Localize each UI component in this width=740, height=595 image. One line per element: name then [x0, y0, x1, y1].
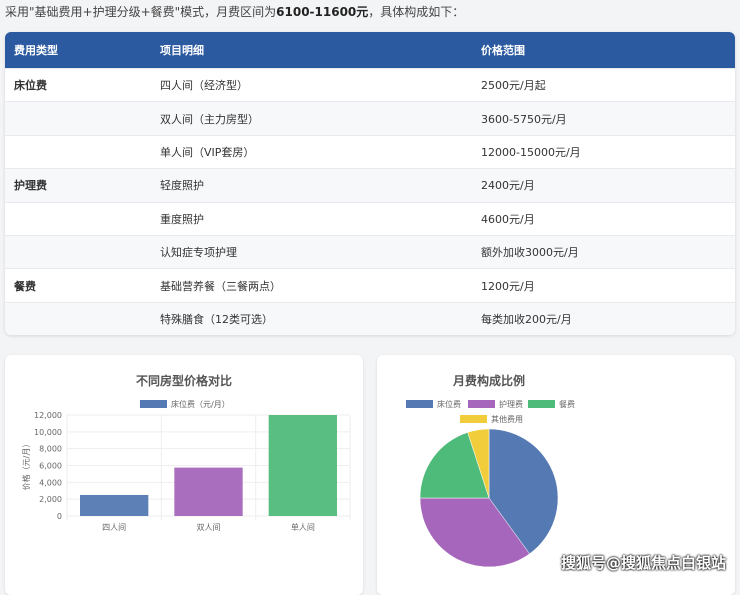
bar	[174, 467, 243, 516]
cell-item: 双人间（主力房型）	[160, 112, 259, 126]
header-item: 项目明细	[160, 44, 204, 57]
bar	[80, 494, 149, 516]
cell-item: 单人间（VIP套房）	[160, 145, 255, 159]
cell-price: 2500元/月起	[481, 79, 546, 93]
cell-type: 护理费	[14, 179, 47, 193]
table-row: 特殊膳食（12类可选） 每类加收200元/月	[5, 301, 735, 336]
table-row: 认知症专项护理 额外加收3000元/月	[5, 234, 735, 269]
table-row: 护理费 轻度照护 2400元/月	[5, 168, 735, 202]
y-tick-label: 12,000	[34, 411, 62, 420]
cell-item: 认知症专项护理	[160, 246, 237, 260]
y-tick-label: 8,000	[39, 445, 62, 454]
cell-price: 4600元/月	[481, 212, 535, 226]
legend-swatch	[406, 400, 433, 408]
y-axis-label: 价格（元/月）	[21, 440, 31, 491]
header-price: 价格范围	[481, 44, 525, 57]
cell-item: 轻度照护	[160, 179, 204, 193]
x-tick-label: 四人间	[102, 523, 126, 532]
cell-price: 额外加收3000元/月	[481, 246, 579, 260]
x-tick-label: 单人间	[291, 522, 315, 532]
pie-chart: 月费构成比例床位费 护理费 餐费其他费用	[406, 373, 575, 568]
header-type: 费用类型	[14, 44, 58, 57]
y-tick-label: 0	[57, 512, 62, 521]
table-row: 床位费 四人间（经济型） 2500元/月起	[5, 68, 735, 101]
chart-title: 月费构成比例	[452, 373, 525, 388]
cell-item: 重度照护	[160, 212, 204, 226]
cell-type: 餐费	[14, 279, 36, 293]
legend-label: 护理费	[499, 399, 523, 409]
legend-label: 床位费（元/月）	[171, 399, 230, 409]
cell-price: 1200元/月	[481, 279, 535, 293]
cell-price: 2400元/月	[481, 179, 535, 193]
bar-chart: 不同房型价格对比床位费（元/月） 0 2,000 4,000 6,000 8,000 10,…	[21, 373, 351, 532]
cell-item: 特殊膳食（12类可选）	[160, 312, 273, 326]
legend-label: 床位费	[437, 399, 461, 409]
legend-label: 餐费	[559, 399, 575, 409]
y-tick-label: 10,000	[34, 428, 62, 437]
watermark: 搜狐号@搜狐焦点白银站	[560, 554, 726, 572]
y-tick-label: 4,000	[39, 478, 62, 487]
legend-label: 其他费用	[491, 414, 523, 424]
x-tick-label: 双人间	[197, 523, 221, 532]
cell-item: 四人间（经济型）	[160, 79, 248, 93]
bar	[268, 415, 337, 516]
table-row: 重度照护 4600元/月	[5, 201, 735, 235]
y-tick-label: 6,000	[39, 462, 62, 471]
table-row: 单人间（VIP套房） 12000-15000元/月	[5, 134, 735, 168]
table-row: 双人间（主力房型） 3600-5750元/月	[5, 101, 735, 135]
fee-table: 费用类型 项目明细 价格范围 床位费 四人间（经济型） 2500元/月起双人间（主力…	[5, 32, 735, 336]
legend-swatch	[140, 400, 167, 408]
cell-item: 基础营养餐（三餐两点）	[160, 279, 281, 293]
cell-price: 12000-15000元/月	[481, 145, 581, 159]
cell-price: 3600-5750元/月	[481, 112, 567, 126]
legend-swatch	[468, 400, 495, 408]
legend-swatch	[460, 415, 487, 423]
y-tick-label: 2,000	[39, 495, 62, 504]
legend-swatch	[528, 400, 555, 408]
chart-title: 不同房型价格对比	[136, 373, 232, 388]
table-header: 费用类型 项目明细 价格范围	[5, 32, 735, 68]
intro-text: 采用"基础费用+护理分级+餐费"模式，月费区间为6100-11600元，具体构成…	[5, 5, 465, 19]
cell-price: 每类加收200元/月	[481, 312, 572, 326]
table-row: 餐费 基础营养餐（三餐两点） 1200元/月	[5, 268, 735, 301]
bar-chart-card: 不同房型价格对比床位费（元/月） 0 2,000 4,000 6,000 8,000 10,…	[5, 355, 363, 595]
cell-type: 床位费	[14, 79, 47, 93]
